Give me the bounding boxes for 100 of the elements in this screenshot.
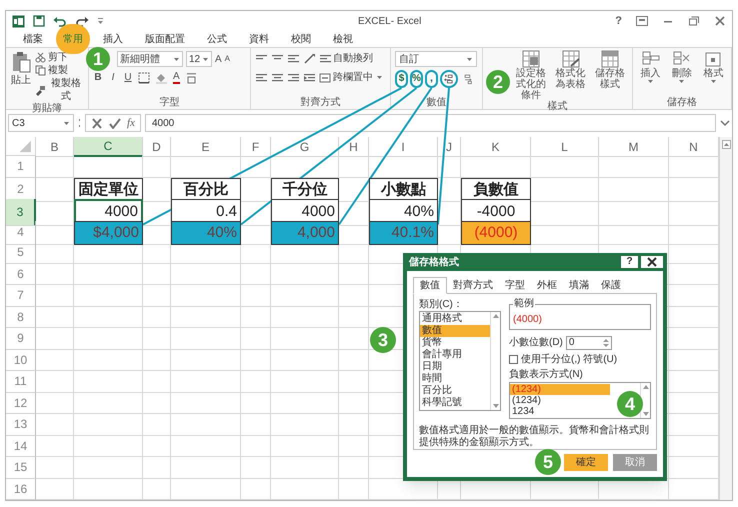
cell[interactable] xyxy=(531,199,599,226)
row-header[interactable]: 1 xyxy=(6,156,36,178)
row-header[interactable]: 9 xyxy=(6,328,36,350)
category-item[interactable]: 百分比 xyxy=(420,385,490,397)
cell[interactable] xyxy=(241,285,271,306)
category-item[interactable]: 時間 xyxy=(420,373,490,385)
column-header[interactable]: D xyxy=(143,137,171,157)
column-header[interactable]: M xyxy=(599,137,669,157)
scroll-up-icon[interactable] xyxy=(492,314,498,318)
formula-input[interactable]: 4000 xyxy=(144,114,716,132)
cell[interactable] xyxy=(171,392,241,414)
cell[interactable] xyxy=(241,306,271,328)
decimal-increase-icon[interactable] xyxy=(440,70,458,88)
format-option[interactable]: 1234 xyxy=(510,406,610,417)
insert-button[interactable]: 插入 xyxy=(635,50,666,97)
cell[interactable] xyxy=(143,264,171,285)
cell[interactable] xyxy=(271,242,339,264)
row-header[interactable]: 5 xyxy=(6,242,36,264)
scroll-up-icon[interactable] xyxy=(642,385,648,389)
delete-button[interactable]: 刪除 xyxy=(666,50,698,97)
phonetic-icon[interactable] xyxy=(184,72,197,84)
cell[interactable] xyxy=(36,478,74,500)
ribbon-tab[interactable]: 版面配置 xyxy=(134,31,196,47)
ok-button[interactable]: 確定 xyxy=(564,454,608,471)
name-box[interactable]: C3 xyxy=(8,114,74,132)
font-color-button[interactable]: A xyxy=(173,71,180,84)
cell[interactable] xyxy=(271,285,339,306)
cell[interactable] xyxy=(339,392,369,414)
cell[interactable] xyxy=(241,264,271,285)
cell[interactable] xyxy=(74,436,143,457)
italic-button[interactable]: I xyxy=(108,70,118,85)
dialog-tab[interactable]: 填滿 xyxy=(563,277,595,293)
cell[interactable] xyxy=(74,392,143,414)
cell[interactable] xyxy=(74,285,143,306)
cell[interactable] xyxy=(171,264,241,285)
cell[interactable] xyxy=(143,328,171,350)
cell[interactable] xyxy=(171,242,241,264)
comma-style-button[interactable]: , xyxy=(425,70,438,88)
cell[interactable] xyxy=(339,414,369,436)
cell[interactable] xyxy=(599,156,669,178)
row-header[interactable]: 11 xyxy=(6,371,36,392)
cell[interactable] xyxy=(36,371,74,392)
column-header[interactable]: C xyxy=(74,137,143,157)
cell[interactable] xyxy=(74,414,143,436)
cell[interactable] xyxy=(171,436,241,457)
scroll-up-icon[interactable] xyxy=(722,140,730,149)
cell[interactable] xyxy=(531,156,599,178)
cancel-icon[interactable] xyxy=(91,118,103,128)
cell[interactable] xyxy=(339,328,369,350)
cell[interactable] xyxy=(171,414,241,436)
cell[interactable] xyxy=(74,350,143,371)
cell[interactable] xyxy=(599,199,669,226)
checkbox[interactable] xyxy=(509,355,518,364)
cell[interactable] xyxy=(36,242,74,264)
cell[interactable] xyxy=(36,457,74,478)
row-header[interactable]: 14 xyxy=(6,436,36,457)
scroll-down-icon[interactable] xyxy=(642,412,648,416)
cell[interactable] xyxy=(36,264,74,285)
percent-button[interactable]: % xyxy=(410,70,423,88)
cell[interactable] xyxy=(74,457,143,478)
dialog-tab[interactable]: 對齊方式 xyxy=(447,277,499,293)
cell[interactable] xyxy=(36,328,74,350)
cell[interactable] xyxy=(339,371,369,392)
column-header[interactable]: K xyxy=(461,137,531,157)
cell[interactable] xyxy=(271,306,339,328)
border-icon[interactable] xyxy=(138,72,150,84)
dialog-tab[interactable]: 外框 xyxy=(531,277,563,293)
align-right-icon[interactable] xyxy=(287,72,300,84)
cell[interactable] xyxy=(171,457,241,478)
cell[interactable] xyxy=(241,328,271,350)
cell[interactable] xyxy=(143,457,171,478)
cell[interactable] xyxy=(339,156,369,178)
grow-font-button[interactable]: A xyxy=(215,52,222,66)
help-button[interactable]: ? xyxy=(621,256,638,268)
row-header[interactable]: 13 xyxy=(6,414,36,436)
cell[interactable] xyxy=(74,264,143,285)
ribbon-tab[interactable]: 檢視 xyxy=(322,31,364,47)
cell[interactable] xyxy=(171,328,241,350)
cell[interactable] xyxy=(271,350,339,371)
cell[interactable] xyxy=(438,156,461,178)
cell[interactable] xyxy=(171,306,241,328)
customize-caret-icon[interactable] xyxy=(97,17,104,25)
cell[interactable] xyxy=(241,478,271,500)
cell[interactable] xyxy=(339,436,369,457)
cell[interactable] xyxy=(74,306,143,328)
cell[interactable] xyxy=(241,457,271,478)
row-header[interactable]: 6 xyxy=(6,264,36,285)
cell[interactable] xyxy=(143,306,171,328)
text-angle-icon[interactable] xyxy=(303,52,316,64)
cell[interactable] xyxy=(143,436,171,457)
column-header[interactable]: J xyxy=(438,137,461,157)
cell[interactable] xyxy=(339,285,369,306)
cell[interactable] xyxy=(143,371,171,392)
currency-button[interactable]: $ xyxy=(395,70,408,88)
cell[interactable] xyxy=(271,264,339,285)
column-header[interactable]: G xyxy=(271,137,339,157)
cell[interactable] xyxy=(271,328,339,350)
cell[interactable] xyxy=(171,478,241,500)
category-item[interactable]: 貨幣 xyxy=(420,337,490,349)
shrink-font-button[interactable]: A xyxy=(224,53,230,65)
